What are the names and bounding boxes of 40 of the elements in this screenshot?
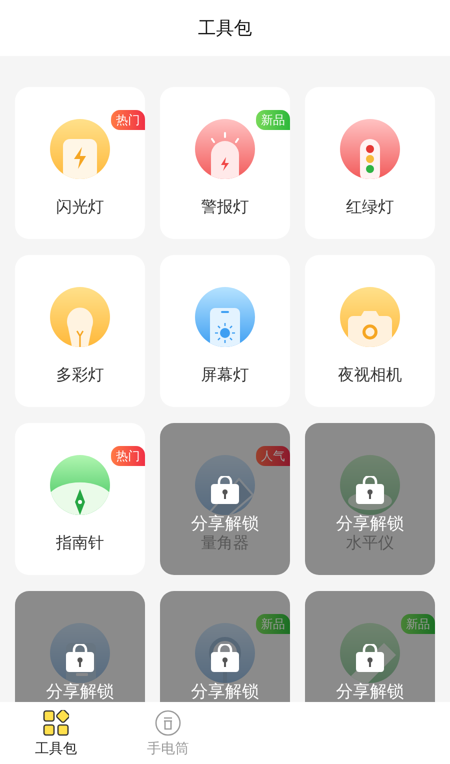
tool-badge: 热门 [111,110,145,130]
unlock-label: 分享解锁 [191,515,259,533]
tool-card[interactable]: 指南针 热门 [15,423,145,575]
unlock-label: 分享解锁 [46,683,114,701]
tool-card[interactable]: 警报灯 新品 [160,87,290,239]
tool-badge: 人气 [256,446,290,466]
page-title: 工具包 [198,17,252,40]
camera-icon [340,287,400,347]
phone-sun-icon [195,287,255,347]
tool-badge: 热门 [111,446,145,466]
tool-name: 闪光灯 [56,197,104,217]
tool-badge: 新品 [401,614,435,634]
tab-item[interactable]: 工具包 [0,702,112,764]
light-bulb-icon [50,287,110,347]
tool-card[interactable]: 闪光灯 热门 [15,87,145,239]
tool-name: 多彩灯 [56,365,104,385]
tool-name: 屏幕灯 [201,365,249,385]
lightning-icon [50,119,110,179]
tool-card[interactable]: 屏幕灯 [160,255,290,407]
unlock-label: 分享解锁 [336,683,404,701]
tool-badge: 新品 [256,614,290,634]
tool-badge: 新品 [256,110,290,130]
unlock-label: 分享解锁 [191,683,259,701]
tool-name: 指南针 [56,533,104,553]
tool-card[interactable]: 夜视相机 [305,255,435,407]
lock-icon [210,476,240,504]
traffic-light-icon [340,119,400,179]
lock-icon [65,644,95,672]
compass-icon [50,455,110,515]
tool-card[interactable]: 多彩灯 [15,255,145,407]
lock-icon [355,476,385,504]
alarm-light-icon [195,119,255,179]
grid-icon [43,710,69,736]
tool-name: 红绿灯 [346,197,394,217]
lock-icon [210,644,240,672]
lock-icon [355,644,385,672]
tool-card[interactable]: 红绿灯 [305,87,435,239]
tool-name: 警报灯 [201,197,249,217]
unlock-label: 分享解锁 [336,515,404,533]
tool-name: 夜视相机 [338,365,402,385]
